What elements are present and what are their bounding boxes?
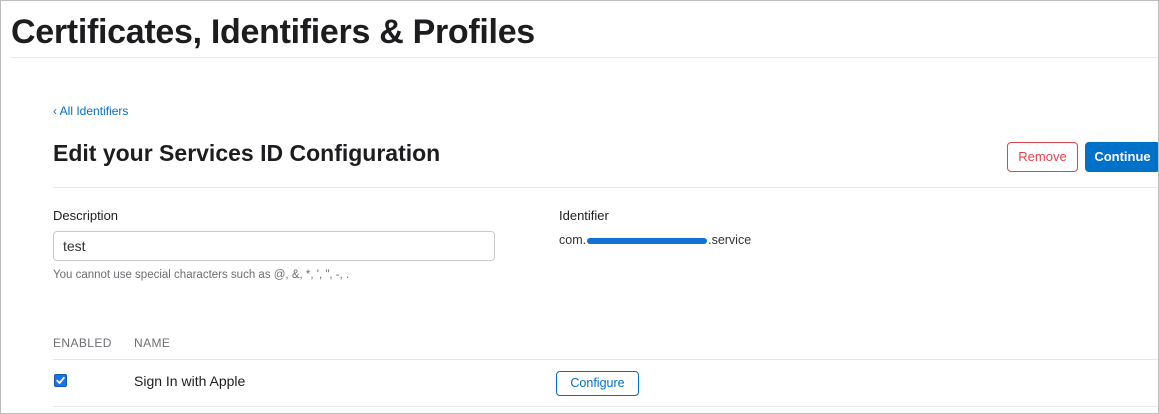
name-column-header: NAME bbox=[134, 336, 171, 350]
check-icon bbox=[56, 376, 65, 384]
identifier-prefix: com. bbox=[559, 233, 587, 247]
description-label: Description bbox=[53, 208, 119, 223]
redaction-mark bbox=[587, 237, 708, 244]
enabled-checkbox[interactable] bbox=[54, 374, 67, 387]
enabled-column-header: ENABLED bbox=[53, 336, 112, 350]
continue-button[interactable]: Continue bbox=[1085, 142, 1158, 172]
table-row-divider bbox=[53, 406, 1158, 407]
configure-button[interactable]: Configure bbox=[556, 371, 639, 396]
description-hint: You cannot use special characters such a… bbox=[53, 269, 350, 281]
service-name: Sign In with Apple bbox=[134, 373, 246, 389]
identifier-suffix: .service bbox=[708, 233, 752, 247]
header-divider bbox=[53, 187, 1158, 188]
section-title: Edit your Services ID Configuration bbox=[53, 140, 441, 166]
remove-button[interactable]: Remove bbox=[1007, 142, 1078, 172]
table-header-divider bbox=[53, 359, 1158, 360]
title-divider bbox=[11, 57, 1158, 58]
all-identifiers-link[interactable]: ‹ All Identifiers bbox=[53, 104, 128, 118]
page-title: Certificates, Identifiers & Profiles bbox=[11, 13, 535, 51]
description-input[interactable] bbox=[53, 231, 495, 261]
identifier-value: com. .service bbox=[559, 233, 751, 247]
app-frame: Certificates, Identifiers & Profiles ‹ A… bbox=[0, 0, 1159, 414]
identifier-label: Identifier bbox=[559, 208, 609, 223]
